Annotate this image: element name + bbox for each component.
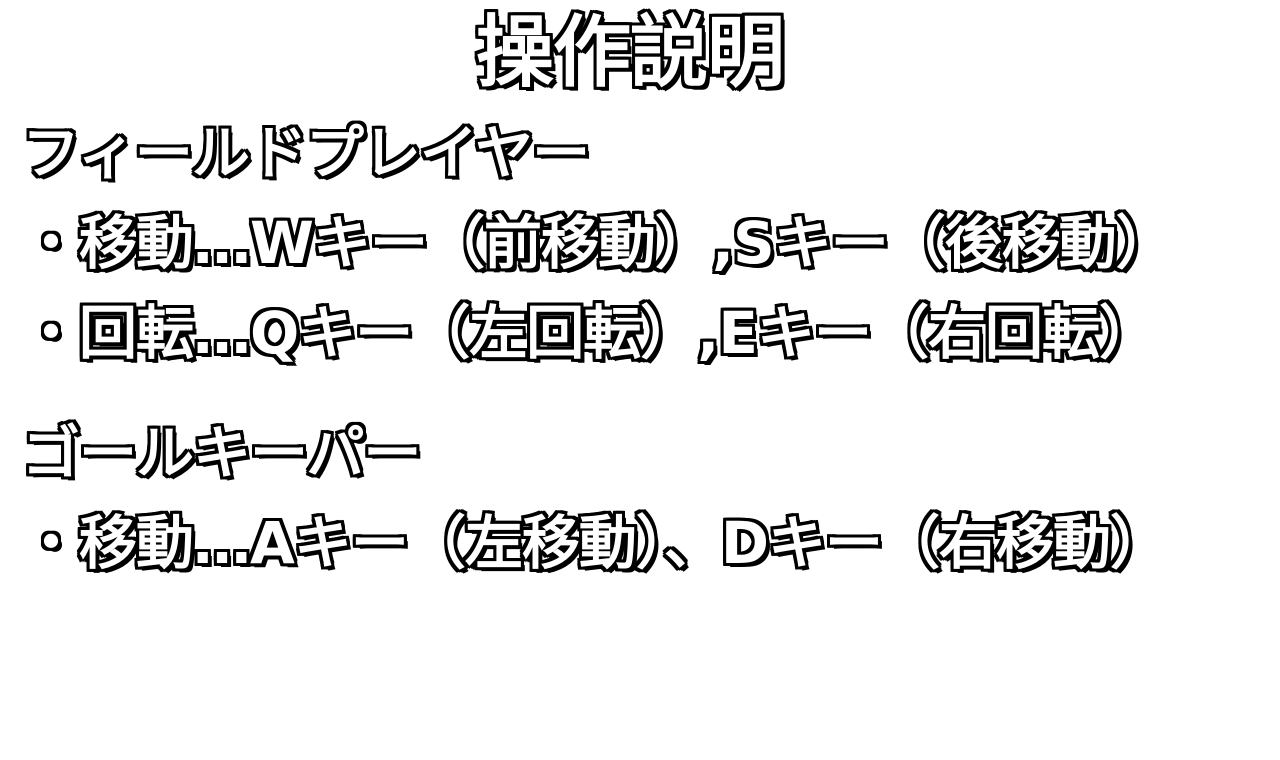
instructions-title: 操作説明 <box>475 8 785 98</box>
field-player-move-instruction: ・移動…Wキー（前移動）,Sキー（後移動） <box>22 209 1174 277</box>
goalkeeper-move-instruction: ・移動…Aキー（左移動）、Dキー（右移動） <box>22 509 1168 577</box>
goalkeeper-heading: ゴールキーパー <box>22 419 421 487</box>
field-player-rotate-instruction: ・回転…Qキー（左回転）,Eキー（右回転） <box>22 299 1157 367</box>
field-player-heading: フィールドプレイヤー <box>22 119 590 187</box>
